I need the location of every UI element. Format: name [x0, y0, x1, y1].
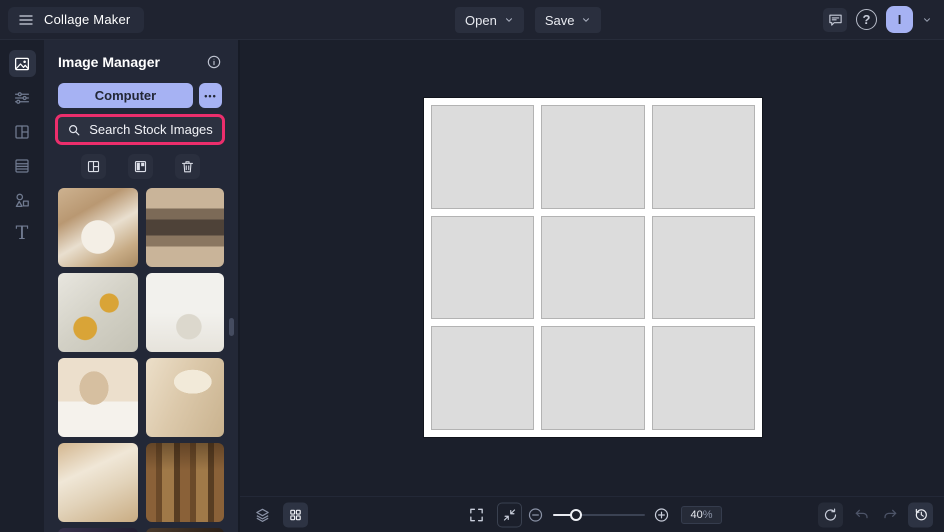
save-button[interactable]: Save — [534, 7, 602, 33]
panel-title: Image Manager — [58, 54, 160, 70]
collapse-arrows-icon — [502, 507, 517, 522]
minus-circle-icon — [527, 506, 544, 523]
stock-thumbnail[interactable] — [146, 273, 224, 352]
stock-thumbnail[interactable] — [58, 188, 138, 267]
collage-cell[interactable] — [651, 105, 755, 209]
stock-thumbnail[interactable] — [146, 188, 224, 267]
main-menu-button[interactable]: Collage Maker — [8, 6, 145, 33]
expand-icon — [468, 506, 485, 523]
rail-item-edit[interactable] — [9, 84, 36, 111]
zoom-value: 40 — [690, 508, 703, 521]
thumbnail-view-tools — [58, 154, 222, 179]
stock-thumbnail[interactable] — [146, 528, 224, 532]
refresh-icon — [823, 507, 838, 522]
collage-cell[interactable] — [651, 215, 755, 320]
hamburger-menu-icon — [18, 12, 34, 28]
image-manager-panel: Image Manager Computer ••• Search Stock … — [44, 40, 240, 532]
stock-thumbnail[interactable] — [146, 358, 224, 437]
chevron-down-icon — [581, 15, 591, 25]
info-icon — [206, 54, 222, 70]
trash-icon — [180, 159, 195, 174]
stock-thumbnail[interactable] — [58, 358, 138, 437]
pattern-lines-icon — [13, 157, 31, 175]
info-button[interactable] — [206, 54, 222, 70]
collage-cell[interactable] — [651, 326, 755, 430]
account-avatar[interactable]: I — [886, 6, 913, 33]
zoom-out-button[interactable] — [527, 506, 544, 523]
collage-cell[interactable] — [541, 215, 645, 320]
avatar-initial: I — [897, 12, 902, 27]
rail-item-patterns[interactable] — [9, 152, 36, 179]
grid-layout-icon — [86, 159, 101, 174]
more-sources-button[interactable]: ••• — [199, 83, 222, 108]
question-mark-icon: ? — [862, 12, 871, 27]
layers-button[interactable] — [254, 506, 271, 523]
fullscreen-button[interactable] — [468, 506, 485, 523]
grid-view-toggle-button[interactable] — [283, 502, 308, 527]
stock-thumbnail-grid — [58, 188, 224, 532]
stock-thumbnail[interactable] — [58, 273, 138, 352]
collage-cell[interactable] — [541, 105, 645, 209]
collage-cell[interactable] — [541, 326, 645, 430]
zoom-in-button[interactable] — [653, 506, 670, 523]
redo-icon — [882, 507, 898, 523]
computer-source-button[interactable]: Computer — [58, 83, 193, 108]
text-tool-icon: T — [15, 222, 29, 244]
topbar-right-group: ? I — [823, 6, 932, 33]
plus-circle-icon — [653, 506, 670, 523]
layers-icon — [254, 506, 271, 523]
redo-button[interactable] — [882, 507, 898, 523]
grid-small-icon — [288, 507, 303, 522]
zoom-slider-handle[interactable] — [570, 508, 582, 521]
collage-grid — [431, 105, 755, 430]
stock-thumbnail[interactable] — [58, 443, 138, 522]
grid-view-button[interactable] — [80, 154, 106, 179]
compact-view-button[interactable] — [127, 154, 153, 179]
layout-grid-icon — [13, 123, 31, 141]
open-button[interactable]: Open — [455, 7, 524, 33]
search-icon — [67, 123, 81, 137]
feedback-button[interactable] — [823, 7, 847, 32]
zoom-unit: % — [702, 508, 713, 521]
chevron-down-icon — [504, 15, 514, 25]
collage-cell[interactable] — [431, 326, 535, 430]
rail-item-text[interactable]: T — [9, 220, 36, 247]
fit-to-screen-button[interactable] — [497, 502, 522, 527]
rail-item-layouts[interactable] — [9, 118, 36, 145]
help-button[interactable]: ? — [856, 9, 877, 30]
search-stock-images-button[interactable]: Search Stock Images — [58, 117, 222, 142]
undo-icon — [854, 507, 870, 523]
rail-item-graphics[interactable] — [9, 186, 36, 213]
chat-bubble-icon — [828, 12, 843, 27]
zoom-slider[interactable] — [553, 508, 645, 521]
delete-images-button[interactable] — [174, 154, 200, 179]
panel-scrollbar-thumb[interactable] — [229, 318, 234, 336]
app-title: Collage Maker — [44, 12, 131, 27]
dashboard-layout-icon — [133, 159, 148, 174]
account-menu-chevron-icon[interactable] — [922, 15, 932, 25]
stock-thumbnail[interactable] — [58, 528, 138, 532]
collage-cell[interactable] — [431, 215, 535, 320]
file-actions: Open Save — [455, 7, 602, 33]
collage-maker-app: Collage Maker Open Save ? I T Image Mana… — [0, 0, 944, 532]
shapes-icon — [13, 191, 31, 209]
bottom-toolbar: 40% — [240, 496, 944, 532]
history-clock-icon — [913, 507, 929, 523]
zoom-level-display[interactable]: 40% — [681, 505, 722, 524]
undo-button[interactable] — [854, 507, 870, 523]
stock-thumbnail[interactable] — [146, 443, 224, 522]
rail-item-image-manager[interactable] — [8, 50, 36, 77]
reset-button[interactable] — [818, 502, 843, 527]
image-icon — [13, 55, 31, 73]
workspace: 40% — [240, 40, 944, 532]
collage-canvas[interactable] — [424, 98, 762, 437]
history-button[interactable] — [908, 502, 933, 527]
left-tool-rail: T — [0, 40, 44, 532]
sliders-icon — [13, 89, 31, 107]
top-bar: Collage Maker Open Save ? I — [0, 0, 944, 40]
collage-cell[interactable] — [431, 105, 535, 209]
